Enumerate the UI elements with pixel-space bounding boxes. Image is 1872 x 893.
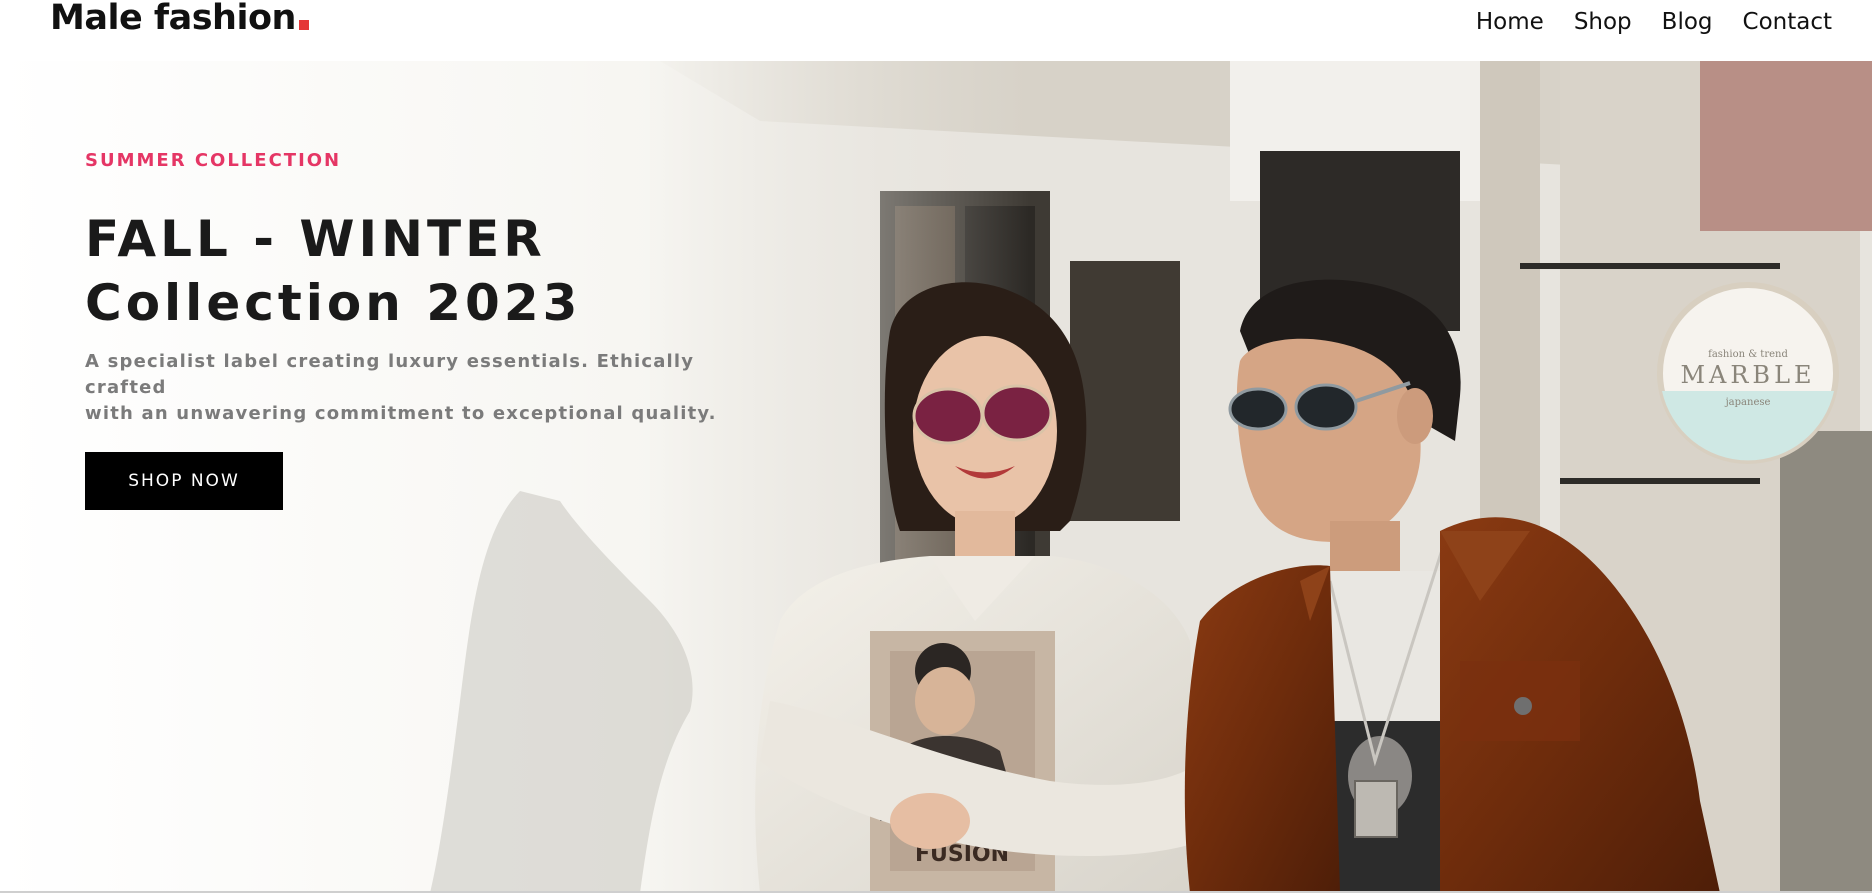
site-header: Male fashion Home Shop Blog Contact [0, 0, 1872, 61]
main-nav: Home Shop Blog Contact [1476, 6, 1832, 38]
hero-headline-line2: Collection 2023 [85, 274, 582, 332]
page: Male fashion Home Shop Blog Contact fash… [0, 0, 1872, 893]
hero-description: A specialist label creating luxury essen… [85, 349, 765, 427]
sign-text-2: MARBLE [1680, 361, 1815, 389]
hero-section: fashion & trend MARBLE japanese FUSION S… [0, 61, 1872, 893]
shop-now-button[interactable]: SHOP NOW [85, 452, 283, 510]
logo-text: Male fashion [50, 0, 296, 38]
nav-blog[interactable]: Blog [1662, 6, 1713, 38]
logo-dot-icon [298, 20, 309, 30]
logo-link[interactable]: Male fashion [50, 0, 309, 38]
sign-text-1: fashion & trend [1708, 349, 1788, 360]
nav-home[interactable]: Home [1476, 6, 1544, 38]
hero-headline-line1: FALL - WINTER [85, 210, 546, 268]
sign-text-3: japanese [1725, 397, 1771, 408]
hero-description-line1: A specialist label creating luxury essen… [85, 351, 695, 398]
hero-description-line2: with an unwavering commitment to excepti… [85, 403, 717, 424]
nav-shop[interactable]: Shop [1574, 6, 1632, 38]
hero-text-block: SUMMER COLLECTION FALL - WINTER Collecti… [85, 149, 785, 510]
hero-eyebrow: SUMMER COLLECTION [85, 150, 342, 171]
hero-headline: FALL - WINTER Collection 2023 [85, 207, 785, 335]
nav-contact[interactable]: Contact [1743, 6, 1832, 38]
